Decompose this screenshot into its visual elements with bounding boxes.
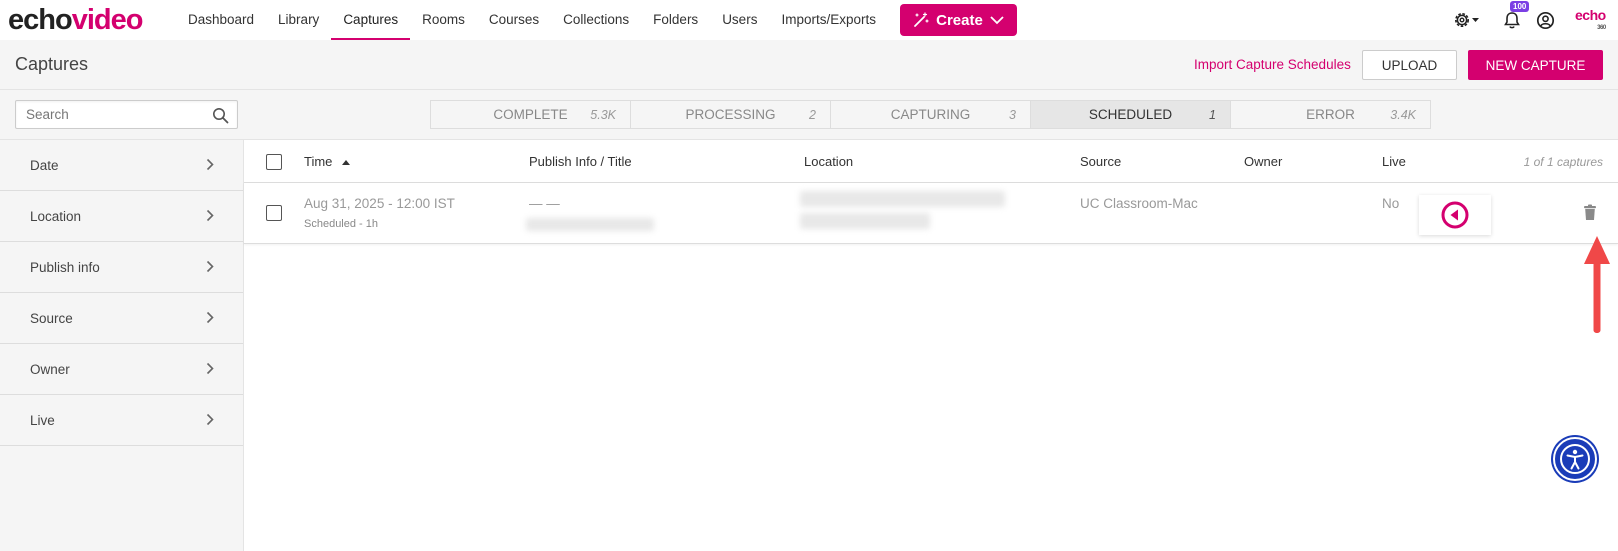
settings-gear-icon[interactable] <box>1452 10 1482 30</box>
notification-badge: 100 <box>1510 1 1530 12</box>
nav-courses[interactable]: Courses <box>477 0 551 40</box>
new-capture-button[interactable]: NEW CAPTURE <box>1468 50 1603 80</box>
user-account-icon[interactable] <box>1536 11 1555 30</box>
row-checkbox[interactable] <box>266 205 282 221</box>
echo360-logo-sub: 360 <box>1597 25 1606 31</box>
redacted-title <box>526 218 654 231</box>
capture-time: Aug 31, 2025 - 12:00 IST <box>304 196 455 211</box>
echo360-logo[interactable]: echo 360 <box>1575 8 1606 35</box>
nav-imports-exports[interactable]: Imports/Exports <box>769 0 888 40</box>
tab-complete[interactable]: COMPLETE 5.3K <box>431 101 631 128</box>
tab-count: 1 <box>1209 107 1216 122</box>
tab-count: 5.3K <box>590 107 616 122</box>
column-label: Time <box>304 154 333 169</box>
publish-info: — — <box>529 196 560 211</box>
tab-label: PROCESSING <box>685 107 776 122</box>
filter-owner[interactable]: Owner <box>0 344 243 395</box>
column-header-location[interactable]: Location <box>804 154 853 169</box>
filter-label: Source <box>30 310 73 326</box>
tab-label: SCHEDULED <box>1088 107 1173 122</box>
column-header-publish[interactable]: Publish Info / Title <box>529 154 632 169</box>
table-row[interactable]: Aug 31, 2025 - 12:00 IST Scheduled - 1h … <box>244 183 1618 244</box>
capture-live: No <box>1382 196 1400 211</box>
trash-icon[interactable] <box>1583 204 1597 221</box>
nav-dashboard[interactable]: Dashboard <box>176 0 266 40</box>
chevron-right-icon <box>206 158 214 171</box>
sort-ascending-icon <box>342 160 351 165</box>
annotation-arrow-icon <box>1584 236 1610 333</box>
nav-collections[interactable]: Collections <box>551 0 641 40</box>
tab-label: COMPLETE <box>493 107 568 122</box>
column-header-source[interactable]: Source <box>1080 154 1121 169</box>
nav-users[interactable]: Users <box>710 0 769 40</box>
chevron-right-icon <box>206 260 214 273</box>
echovideo-logo[interactable]: echovideo <box>8 2 144 38</box>
filter-location[interactable]: Location <box>0 191 243 242</box>
column-header-live[interactable]: Live <box>1382 154 1406 169</box>
live-options-button[interactable] <box>1419 195 1491 235</box>
chevron-right-icon <box>206 311 214 324</box>
create-button[interactable]: Create <box>900 4 1017 36</box>
nav-rooms[interactable]: Rooms <box>410 0 477 40</box>
redacted-location <box>800 213 930 229</box>
filter-date[interactable]: Date <box>0 140 243 191</box>
column-header-time[interactable]: Time <box>304 154 351 169</box>
main-nav: Dashboard Library Captures Rooms Courses… <box>176 0 888 40</box>
page-title: Captures <box>15 54 89 74</box>
nav-folders[interactable]: Folders <box>641 0 710 40</box>
search-input[interactable] <box>16 101 201 128</box>
filter-label: Location <box>30 208 82 224</box>
chevron-down-icon <box>990 16 1004 25</box>
tab-count: 3 <box>1009 107 1016 122</box>
tab-scheduled[interactable]: SCHEDULED 1 <box>1031 101 1231 128</box>
status-tabs: COMPLETE 5.3K PROCESSING 2 CAPTURING 3 SCHE… <box>430 100 1431 129</box>
column-header-owner[interactable]: Owner <box>1244 154 1282 169</box>
tab-count: 2 <box>809 107 816 122</box>
tab-label: ERROR <box>1306 107 1355 122</box>
tab-label: CAPTURING <box>890 107 971 122</box>
nav-library[interactable]: Library <box>266 0 331 40</box>
tab-count: 3.4K <box>1390 107 1416 122</box>
captures-table: Time Publish Info / Title Location Sourc… <box>244 140 1618 244</box>
bell-icon[interactable] <box>1503 11 1521 30</box>
table-header: Time Publish Info / Title Location Sourc… <box>244 140 1618 183</box>
capture-count: 1 of 1 captures <box>1523 155 1603 169</box>
filter-sidebar: Date Location Publish info Source Owner … <box>0 140 244 551</box>
search-box <box>15 100 238 129</box>
create-label: Create <box>936 11 983 29</box>
tab-processing[interactable]: PROCESSING 2 <box>631 101 831 128</box>
logo-text-echo: echo <box>8 4 73 36</box>
nav-captures[interactable]: Captures <box>331 0 411 40</box>
accessibility-icon <box>1560 444 1590 474</box>
chevron-right-icon <box>206 362 214 375</box>
filter-label: Owner <box>30 361 70 377</box>
filter-live[interactable]: Live <box>0 395 243 446</box>
play-back-circle-icon <box>1441 201 1469 229</box>
top-nav-bar: echovideo Dashboard Library Captures Roo… <box>0 0 1618 40</box>
upload-button[interactable]: UPLOAD <box>1362 50 1457 80</box>
filter-label: Live <box>30 412 55 428</box>
capture-status: Scheduled - 1h <box>304 218 378 230</box>
tab-error[interactable]: ERROR 3.4K <box>1231 101 1430 128</box>
import-capture-schedules-link[interactable]: Import Capture Schedules <box>1194 57 1351 72</box>
filter-label: Publish info <box>30 259 100 275</box>
chevron-right-icon <box>206 209 214 222</box>
filter-label: Date <box>30 157 59 173</box>
filter-publish-info[interactable]: Publish info <box>0 242 243 293</box>
chevron-right-icon <box>206 413 214 426</box>
search-icon[interactable] <box>212 107 229 124</box>
capture-source: UC Classroom-Mac <box>1080 196 1198 211</box>
select-all-checkbox[interactable] <box>266 154 282 170</box>
logo-text-video: video <box>71 4 144 36</box>
filter-row: COMPLETE 5.3K PROCESSING 2 CAPTURING 3 SCHE… <box>0 90 1618 140</box>
magic-wand-icon <box>914 12 929 27</box>
redacted-location <box>800 191 1005 207</box>
accessibility-button[interactable] <box>1553 437 1597 481</box>
page-header: Captures Import Capture Schedules UPLOAD… <box>0 40 1618 90</box>
tab-capturing[interactable]: CAPTURING 3 <box>831 101 1031 128</box>
filter-source[interactable]: Source <box>0 293 243 344</box>
